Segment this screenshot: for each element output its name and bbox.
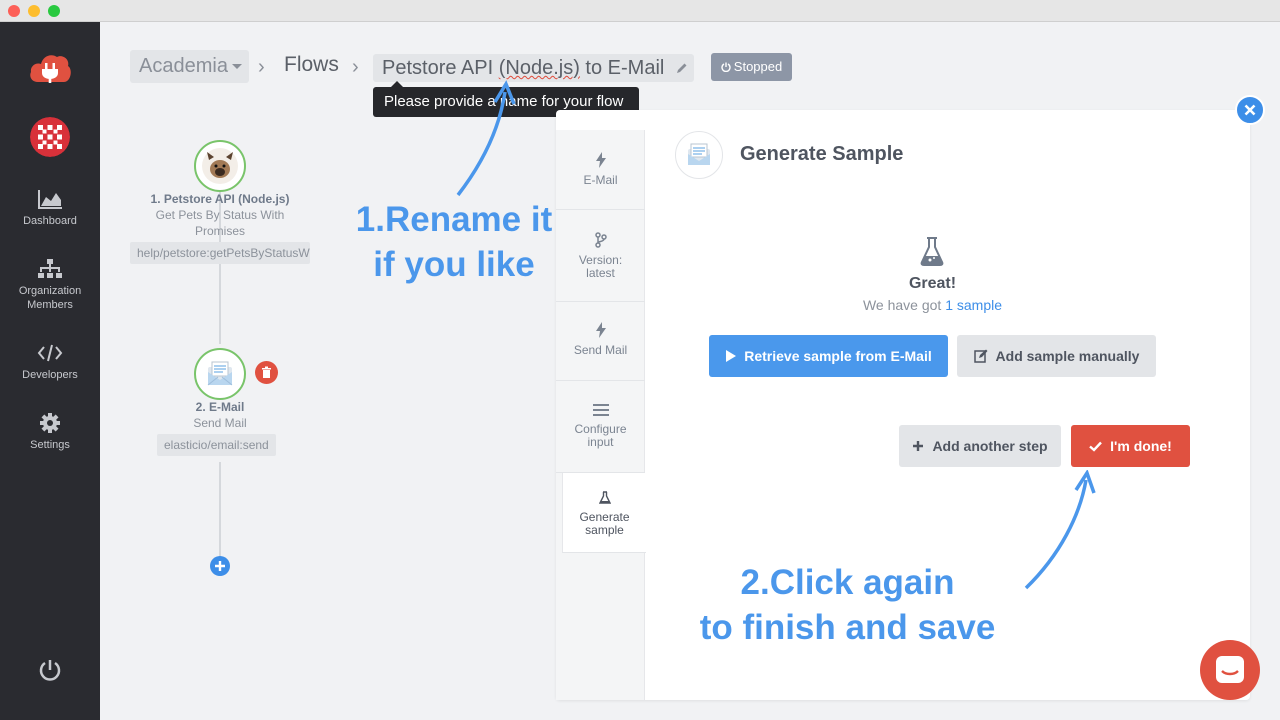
power-icon xyxy=(721,62,731,72)
flow-name-input[interactable]: Petstore API (Node.js) to E-Mail xyxy=(373,54,694,82)
flow-name-text-misspelled: (Node.js) xyxy=(498,57,580,79)
sample-count-prefix: We have got xyxy=(862,297,946,313)
tab-email[interactable]: E-Mail xyxy=(556,130,645,210)
retrieve-sample-button[interactable]: Retrieve sample from E-Mail xyxy=(709,335,948,377)
tab-label: input xyxy=(587,435,614,449)
annotation-rename: 1.Rename it if you like xyxy=(345,197,563,287)
annotation-line: 2.Click again xyxy=(740,563,955,602)
annotation-arrow-rename xyxy=(456,80,516,197)
envelope-icon xyxy=(688,143,710,165)
success-heading: Great! xyxy=(908,275,957,292)
close-icon xyxy=(1244,104,1256,116)
tab-label: E-Mail xyxy=(583,173,618,187)
tab-version[interactable]: Version: latest xyxy=(556,210,645,302)
flow-connector xyxy=(219,462,221,558)
window-close-button[interactable] xyxy=(8,5,20,17)
power-icon[interactable] xyxy=(38,658,62,682)
sidebar-item-settings[interactable]: Settings xyxy=(0,412,100,452)
flow-node-path: help/petstore:getPetsByStatusW xyxy=(130,242,310,264)
workspace-dropdown[interactable]: Academia xyxy=(130,50,249,83)
tab-configure-input[interactable]: Configure input xyxy=(556,381,645,473)
tab-label: sample xyxy=(585,523,624,537)
pencil-icon xyxy=(677,63,687,73)
annotation-line: if you like xyxy=(373,245,535,284)
tab-generate-sample[interactable]: Generate sample xyxy=(562,473,646,553)
flask-icon xyxy=(920,237,944,266)
play-icon xyxy=(726,350,737,363)
email-step-icon xyxy=(675,131,723,179)
close-panel-button[interactable] xyxy=(1235,95,1265,125)
status-label: Stopped xyxy=(733,59,783,74)
trash-icon xyxy=(262,366,271,378)
chevron-right-icon: › xyxy=(352,56,359,78)
annotation-line: 1.Rename it xyxy=(355,200,553,239)
workspace-label: Academia xyxy=(139,55,228,77)
chart-area-icon xyxy=(38,190,62,209)
plus-icon xyxy=(215,561,225,571)
add-another-step-label: Add another step xyxy=(932,438,1048,454)
sidebar: Dashboard Organization Members Developer… xyxy=(0,22,100,720)
add-another-step-button[interactable]: Add another step xyxy=(899,425,1061,467)
step-tabs: E-Mail Version: latest Send Mail Configu… xyxy=(556,130,646,700)
add-sample-manually-label: Add sample manually xyxy=(995,348,1140,364)
sample-count-text: We have got 1 sample xyxy=(820,297,1045,313)
cloud-plug-logo-icon[interactable] xyxy=(28,50,72,84)
panel-title: Generate Sample xyxy=(740,143,904,165)
caret-down-icon xyxy=(231,64,242,70)
flask-icon xyxy=(598,491,611,504)
sidebar-item-label: Settings xyxy=(30,439,70,451)
flow-node-path: elasticio/email:send xyxy=(157,434,276,456)
gear-icon xyxy=(40,413,60,433)
flow-node-title: 1. Petstore API (Node.js) xyxy=(150,192,290,206)
org-chart-icon xyxy=(38,259,62,278)
annotation-line: to finish and save xyxy=(699,608,996,647)
delete-step-button[interactable] xyxy=(255,361,278,384)
tab-send-mail[interactable]: Send Mail xyxy=(556,302,645,381)
branch-icon xyxy=(594,232,607,248)
status-badge[interactable]: Stopped xyxy=(711,53,792,81)
bolt-icon xyxy=(595,322,606,338)
edit-icon xyxy=(973,349,988,364)
list-icon xyxy=(592,404,609,416)
workspace-avatar[interactable] xyxy=(30,117,70,157)
chat-icon xyxy=(1216,656,1244,683)
flow-node-subtitle: Promises xyxy=(194,224,245,238)
tab-label: latest xyxy=(586,266,615,280)
sidebar-item-label: Dashboard xyxy=(23,215,77,227)
sidebar-item-developers[interactable]: Developers xyxy=(0,342,100,382)
add-step-node-button[interactable] xyxy=(210,556,230,576)
annotation-finish: 2.Click again to finish and save xyxy=(680,560,1015,650)
flow-name-text-tail: to E-Mail xyxy=(579,57,665,79)
envelope-icon xyxy=(207,361,233,386)
flow-node-petstore[interactable] xyxy=(194,140,246,192)
tab-label: Send Mail xyxy=(573,343,628,357)
annotation-arrow-finish xyxy=(1024,470,1096,590)
code-icon xyxy=(37,344,63,362)
flow-node-subtitle: Get Pets By Status With xyxy=(155,208,285,222)
dog-icon xyxy=(202,148,238,184)
sidebar-item-label: Developers xyxy=(22,369,78,381)
sidebar-item-organization-members[interactable]: Organization Members xyxy=(0,258,100,312)
retrieve-sample-label: Retrieve sample from E-Mail xyxy=(744,348,932,364)
flow-node-title: 2. E-Mail xyxy=(195,400,245,414)
flow-node-email[interactable] xyxy=(194,348,246,400)
sidebar-item-label: Members xyxy=(27,299,73,311)
done-button[interactable]: I'm done! xyxy=(1071,425,1190,467)
window-titlebar xyxy=(0,0,1280,22)
window-zoom-button[interactable] xyxy=(48,5,60,17)
check-icon xyxy=(1089,441,1103,452)
sidebar-item-dashboard[interactable]: Dashboard xyxy=(0,188,100,228)
window-minimize-button[interactable] xyxy=(28,5,40,17)
sidebar-item-label: Organization xyxy=(18,285,82,297)
flow-node-subtitle: Send Mail xyxy=(193,416,247,430)
sample-count-link[interactable]: 1 sample xyxy=(945,297,1002,313)
plus-icon xyxy=(913,441,924,452)
flow-name-text: Petstore API xyxy=(382,57,499,79)
breadcrumb-flows[interactable]: Flows xyxy=(284,53,339,77)
done-label: I'm done! xyxy=(1110,438,1172,454)
chat-launcher-button[interactable] xyxy=(1200,640,1260,700)
bolt-icon xyxy=(595,152,606,168)
chevron-right-icon: › xyxy=(258,56,265,78)
add-sample-manually-button[interactable]: Add sample manually xyxy=(957,335,1156,377)
